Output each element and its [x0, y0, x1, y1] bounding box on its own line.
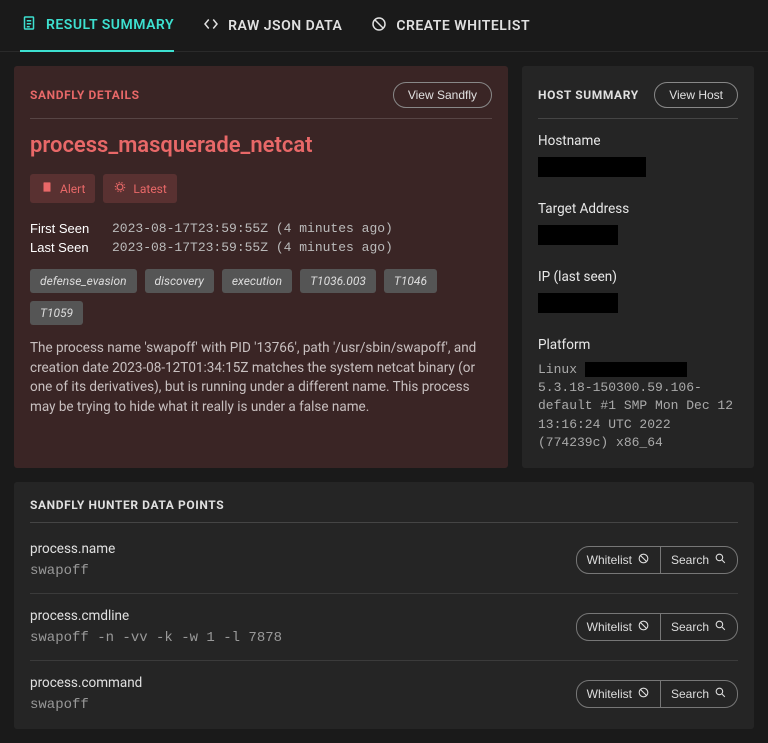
first-seen-label: First Seen [30, 221, 96, 236]
tab-raw-json[interactable]: RAW JSON DATA [202, 0, 342, 51]
data-point-key: process.name [30, 541, 564, 557]
tab-label: RESULT SUMMARY [46, 17, 174, 33]
tab-create-whitelist[interactable]: CREATE WHITELIST [370, 0, 530, 51]
code-icon [202, 15, 220, 37]
whitelist-button[interactable]: Whitelist [576, 680, 661, 708]
tag-t1046[interactable]: T1046 [384, 269, 437, 293]
search-button[interactable]: Search [661, 546, 738, 574]
hostname-label: Hostname [538, 133, 738, 149]
data-point-row: process.name swapoff WhitelistSearch [30, 527, 738, 594]
tab-label: CREATE WHITELIST [396, 18, 530, 34]
target-address-value-redacted [538, 225, 618, 245]
tag-defense_evasion[interactable]: defense_evasion [30, 269, 137, 293]
data-point-row: process.command swapoff WhitelistSearch [30, 661, 738, 713]
hunter-data-points-panel: SANDFLY HUNTER DATA POINTS process.name s… [14, 482, 754, 729]
ip-value-redacted [538, 293, 618, 313]
data-point-key: process.cmdline [30, 608, 564, 624]
search-icon [714, 552, 727, 568]
data-point-value: swapoff [30, 697, 564, 713]
last-seen-value: 2023-08-17T23:59:55Z (4 minutes ago) [112, 240, 393, 255]
prohibit-icon [637, 552, 650, 568]
sandfly-details-panel: SANDFLY DETAILS View Sandfly process_mas… [14, 66, 508, 468]
tag-t1036-003[interactable]: T1036.003 [300, 269, 376, 293]
tag-discovery[interactable]: discovery [145, 269, 214, 293]
platform-value: Linux 5.3.18-150300.59.106-default #1 SM… [538, 361, 738, 452]
host-summary-panel: HOST SUMMARY View Host Hostname Target A… [522, 66, 754, 468]
tag-execution[interactable]: execution [222, 269, 292, 293]
sandfly-description: The process name 'swapoff' with PID '137… [30, 339, 492, 417]
search-icon [714, 619, 727, 635]
latest-pill: Latest [103, 174, 176, 203]
tab-label: RAW JSON DATA [228, 18, 342, 34]
view-sandfly-button[interactable]: View Sandfly [393, 82, 492, 108]
bug-icon [113, 180, 127, 197]
data-point-key: process.command [30, 675, 564, 691]
data-point-row: process.cmdline swapoff -n -vv -k -w 1 -l… [30, 594, 738, 661]
platform-label: Platform [538, 337, 738, 353]
alert-pill: Alert [30, 174, 95, 203]
search-button[interactable]: Search [661, 680, 738, 708]
clipboard-icon [40, 180, 54, 197]
view-host-button[interactable]: View Host [654, 82, 738, 108]
first-seen-value: 2023-08-17T23:59:55Z (4 minutes ago) [112, 221, 393, 236]
last-seen-label: Last Seen [30, 240, 96, 255]
sandfly-title: process_masquerade_netcat [30, 133, 492, 158]
hunter-heading: SANDFLY HUNTER DATA POINTS [30, 498, 738, 523]
whitelist-button[interactable]: Whitelist [576, 546, 661, 574]
target-address-label: Target Address [538, 201, 738, 217]
sandfly-details-heading: SANDFLY DETAILS [30, 88, 140, 102]
prohibit-icon [370, 15, 388, 37]
search-icon [714, 686, 727, 702]
ip-last-seen-label: IP (last seen) [538, 269, 738, 285]
prohibit-icon [637, 619, 650, 635]
clipboard-icon [20, 14, 38, 36]
whitelist-button[interactable]: Whitelist [576, 613, 661, 641]
tab-result-summary[interactable]: RESULT SUMMARY [20, 0, 174, 52]
host-summary-heading: HOST SUMMARY [538, 88, 639, 102]
tag-t1059[interactable]: T1059 [30, 301, 83, 325]
search-button[interactable]: Search [661, 613, 738, 641]
data-point-value: swapoff [30, 563, 564, 579]
data-point-value: swapoff -n -vv -k -w 1 -l 7878 [30, 630, 564, 646]
prohibit-icon [637, 686, 650, 702]
hostname-value-redacted [538, 157, 646, 177]
